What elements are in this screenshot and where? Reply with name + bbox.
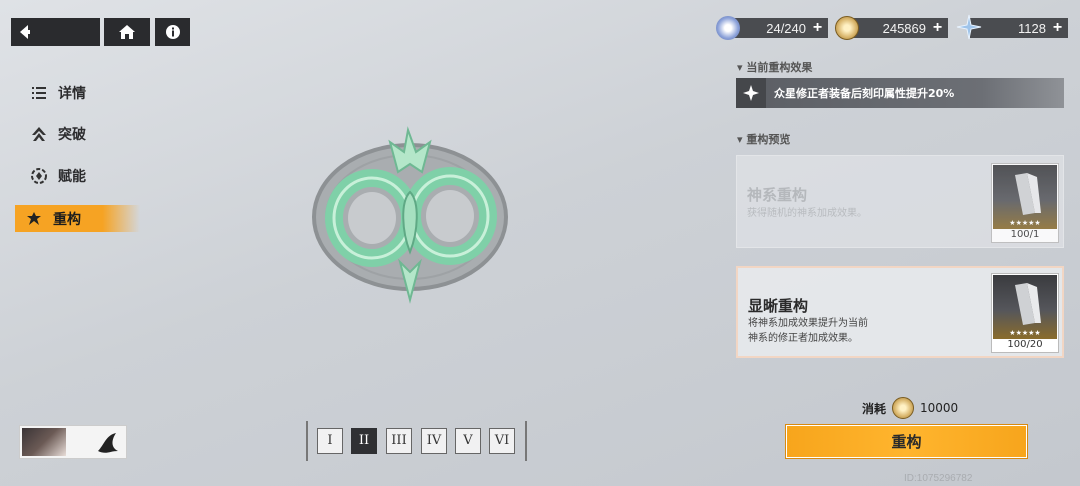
material-icon: ★★★★★ — [993, 165, 1057, 229]
star-shard-icon — [956, 14, 982, 40]
star-counter: 1128 + — [970, 18, 1068, 38]
current-effect-text: 众星修正者装备后刻印属性提升20% — [774, 87, 955, 100]
coin-counter: 245869 + — [848, 18, 948, 38]
home-button[interactable] — [104, 18, 150, 46]
cost-coin-icon — [892, 397, 915, 419]
back-button[interactable] — [11, 18, 100, 46]
rebuild-confirm-button[interactable]: 重构 — [786, 425, 1027, 458]
material-icon: ★★★★★ — [993, 275, 1057, 339]
effect-star-icon — [736, 78, 766, 108]
divine-material-item[interactable]: ★★★★★ 100/1 — [991, 163, 1059, 243]
cost-row: 消耗 10000 — [862, 397, 958, 419]
add-coin-button[interactable]: + — [930, 20, 945, 36]
clarity-rebuild-desc-1: 将神系加成效果提升为当前 — [748, 318, 868, 329]
rebuild-card-clarity[interactable]: 显晰重构 将神系加成效果提升为当前 神系的修正者加成效果。 ★★★★★ 100/… — [736, 266, 1064, 358]
home-icon — [119, 25, 135, 39]
preview-title: ▾ 重构预览 — [737, 133, 791, 146]
nav-empower[interactable]: 赋能 — [30, 164, 150, 188]
character-portrait-icon — [22, 428, 66, 456]
divine-rebuild-desc: 获得随机的神系加成效果。 — [747, 208, 867, 219]
cost-label: 消耗 — [862, 401, 887, 416]
character-thumbnail[interactable] — [19, 425, 127, 459]
nav-breakthrough-label: 突破 — [58, 127, 86, 143]
stamina-counter: 24/240 + — [730, 18, 828, 38]
star-value: 1128 — [1018, 20, 1046, 36]
user-id: ID:1075296782 — [904, 473, 973, 484]
character-sigil-icon — [94, 429, 122, 457]
tier-5-button[interactable]: V — [455, 428, 481, 454]
nav-empower-label: 赋能 — [58, 169, 86, 185]
clarity-rebuild-title: 显晰重构 — [748, 297, 809, 315]
nav-details[interactable]: 详情 — [30, 81, 150, 105]
stamina-crystal-icon — [716, 16, 740, 40]
clarity-material-count: 100/20 — [1007, 339, 1043, 350]
add-stamina-button[interactable]: + — [810, 20, 825, 36]
tier-6-button[interactable]: VI — [489, 428, 515, 454]
coin-value: 245869 — [882, 20, 926, 36]
empower-icon — [30, 167, 48, 185]
details-icon — [30, 84, 48, 102]
breakthrough-icon — [30, 125, 48, 143]
clarity-material-item[interactable]: ★★★★★ 100/20 — [991, 273, 1059, 353]
info-icon — [165, 25, 180, 39]
add-star-button[interactable]: + — [1050, 20, 1065, 36]
svg-text:★★★★★: ★★★★★ — [1009, 329, 1040, 337]
stamina-value: 24/240 — [766, 20, 806, 36]
tier-4-button[interactable]: IV — [421, 428, 447, 454]
nav-details-label: 详情 — [58, 86, 86, 102]
rebuild-emblem — [290, 122, 530, 307]
cost-value: 10000 — [920, 401, 959, 415]
divine-material-count: 100/1 — [1010, 229, 1040, 240]
divine-rebuild-title: 神系重构 — [747, 186, 808, 204]
tier-3-button[interactable]: III — [386, 428, 412, 454]
tier-1-button[interactable]: I — [317, 428, 343, 454]
rebuild-card-divine[interactable]: 神系重构 获得随机的神系加成效果。 ★★★★★ 100/1 — [736, 155, 1064, 248]
current-effect-bar: 众星修正者装备后刻印属性提升20% — [736, 78, 1064, 108]
tier-2-button[interactable]: II — [351, 428, 377, 454]
info-button[interactable] — [155, 18, 190, 46]
nav-rebuild-label: 重构 — [53, 211, 81, 228]
nav-breakthrough[interactable]: 突破 — [30, 122, 150, 146]
coin-icon — [835, 16, 859, 40]
clarity-rebuild-desc-2: 神系的修正者加成效果。 — [748, 333, 858, 344]
svg-text:★★★★★: ★★★★★ — [1009, 219, 1040, 227]
rebuild-confirm-label: 重构 — [891, 433, 922, 451]
nav-rebuild[interactable]: 重构 — [15, 205, 140, 232]
back-arrow-icon — [19, 25, 30, 39]
current-effect-title: ▾ 当前重构效果 — [737, 61, 813, 74]
rebuild-icon — [25, 210, 43, 228]
